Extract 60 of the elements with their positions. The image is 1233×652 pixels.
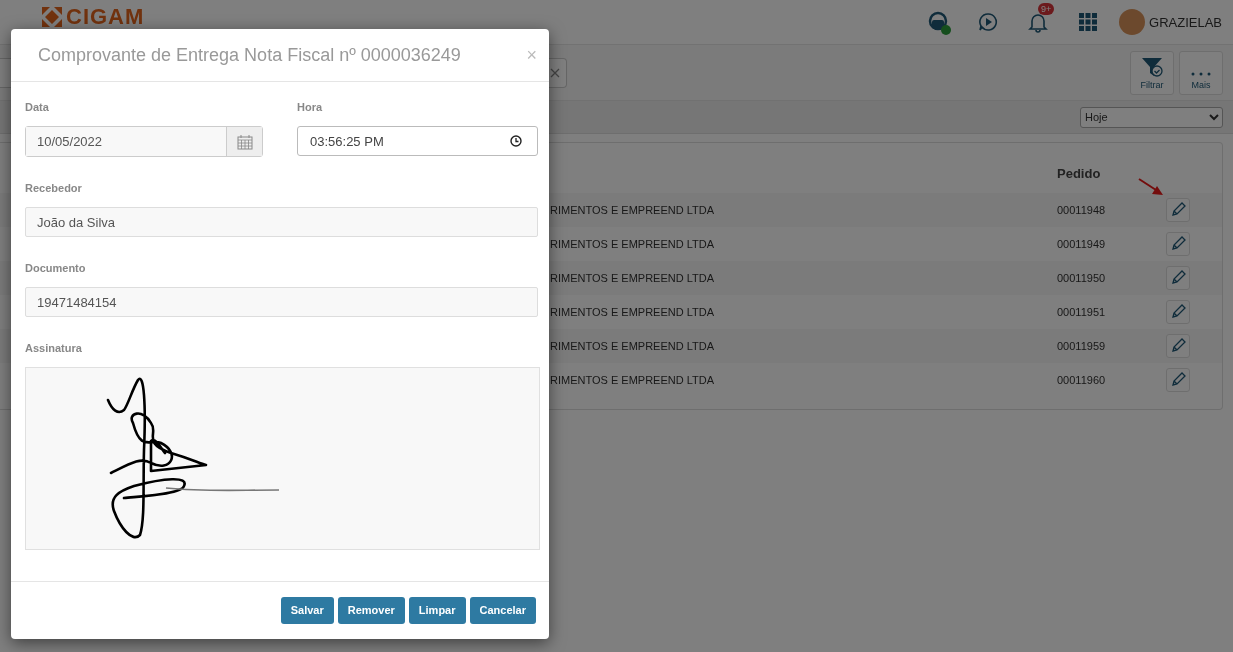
table-cell: RIMENTOS E EMPREEND LTDA bbox=[550, 306, 714, 318]
field-label: Recebedor bbox=[25, 182, 83, 194]
table-cell: RIMENTOS E EMPREEND LTDA bbox=[550, 374, 714, 386]
dialog-button[interactable]: Remover bbox=[337, 596, 405, 624]
field-label: Hora bbox=[297, 101, 324, 113]
table-cell: RIMENTOS E EMPREEND LTDA bbox=[550, 238, 714, 250]
calendar-button[interactable] bbox=[226, 127, 262, 156]
field-label: Data bbox=[25, 101, 50, 113]
more-icon bbox=[1190, 70, 1212, 77]
headset-icon bbox=[927, 11, 950, 33]
dialog-button[interactable]: Limpar bbox=[408, 596, 466, 624]
table-cell-text: 00011950 bbox=[1057, 272, 1107, 284]
logo-icon bbox=[42, 7, 62, 27]
table-cell-text: 00011959 bbox=[1057, 340, 1107, 352]
pencil-icon bbox=[1170, 372, 1186, 388]
date-field[interactable]: 10/05/2022 bbox=[25, 126, 263, 157]
more-button[interactable]: Mais bbox=[1179, 50, 1223, 95]
pencil-icon bbox=[1170, 338, 1186, 354]
user-name[interactable]: GRAZIELAB bbox=[1149, 14, 1222, 30]
play-icon bbox=[978, 12, 999, 32]
time-field[interactable]: 03:56:25 PM bbox=[297, 126, 538, 156]
calendar-icon bbox=[236, 133, 253, 150]
clock-icon bbox=[510, 135, 522, 147]
pencil-icon bbox=[1170, 270, 1186, 286]
dialog-title: Comprovante de Entrega Nota Fiscal nº 0000036249 bbox=[38, 44, 461, 66]
avatar[interactable] bbox=[1119, 9, 1146, 35]
field-label: Assinatura bbox=[25, 342, 83, 354]
filter-button[interactable]: Filtrar bbox=[1130, 50, 1174, 95]
field-label: Documento bbox=[25, 262, 87, 274]
notifications-button[interactable] bbox=[1028, 11, 1049, 33]
table-cell-text: 00011951 bbox=[1057, 306, 1107, 318]
edit-button[interactable] bbox=[1166, 266, 1190, 290]
dialog-button[interactable]: Salvar bbox=[280, 596, 334, 624]
edit-button[interactable] bbox=[1166, 368, 1190, 392]
pencil-icon bbox=[1170, 304, 1186, 320]
input-field[interactable]: João da Silva bbox=[25, 207, 538, 237]
input-field[interactable]: 19471484154 bbox=[25, 287, 538, 317]
edit-button[interactable] bbox=[1166, 198, 1190, 222]
table-cell-text: 00011948 bbox=[1057, 204, 1107, 216]
signature-pad[interactable] bbox=[25, 367, 540, 550]
clear-icon bbox=[550, 67, 560, 78]
dialog-button[interactable]: Cancelar bbox=[469, 596, 536, 624]
table-cell: RIMENTOS E EMPREEND LTDA bbox=[550, 340, 714, 352]
grid-icon bbox=[1079, 13, 1098, 31]
column-header: Pedido bbox=[1057, 165, 1102, 181]
table-cell: RIMENTOS E EMPREEND LTDA bbox=[550, 272, 714, 284]
bell-icon bbox=[1028, 11, 1049, 33]
edit-button[interactable] bbox=[1166, 334, 1190, 358]
table-cell-text: 00011960 bbox=[1057, 374, 1107, 386]
edit-button[interactable] bbox=[1166, 300, 1190, 324]
pencil-icon bbox=[1170, 202, 1186, 218]
pencil-icon bbox=[1170, 236, 1186, 252]
notification-badge: 9+ bbox=[1038, 3, 1055, 15]
filter-icon bbox=[1141, 56, 1163, 77]
logo: CIGAM bbox=[66, 4, 145, 30]
edit-button[interactable] bbox=[1166, 232, 1190, 256]
arrow-icon bbox=[1138, 178, 1164, 196]
period-select[interactable]: Hoje bbox=[1080, 106, 1223, 128]
table-cell-text: 00011949 bbox=[1057, 238, 1107, 250]
table-cell: RIMENTOS E EMPREEND LTDA bbox=[550, 204, 714, 216]
